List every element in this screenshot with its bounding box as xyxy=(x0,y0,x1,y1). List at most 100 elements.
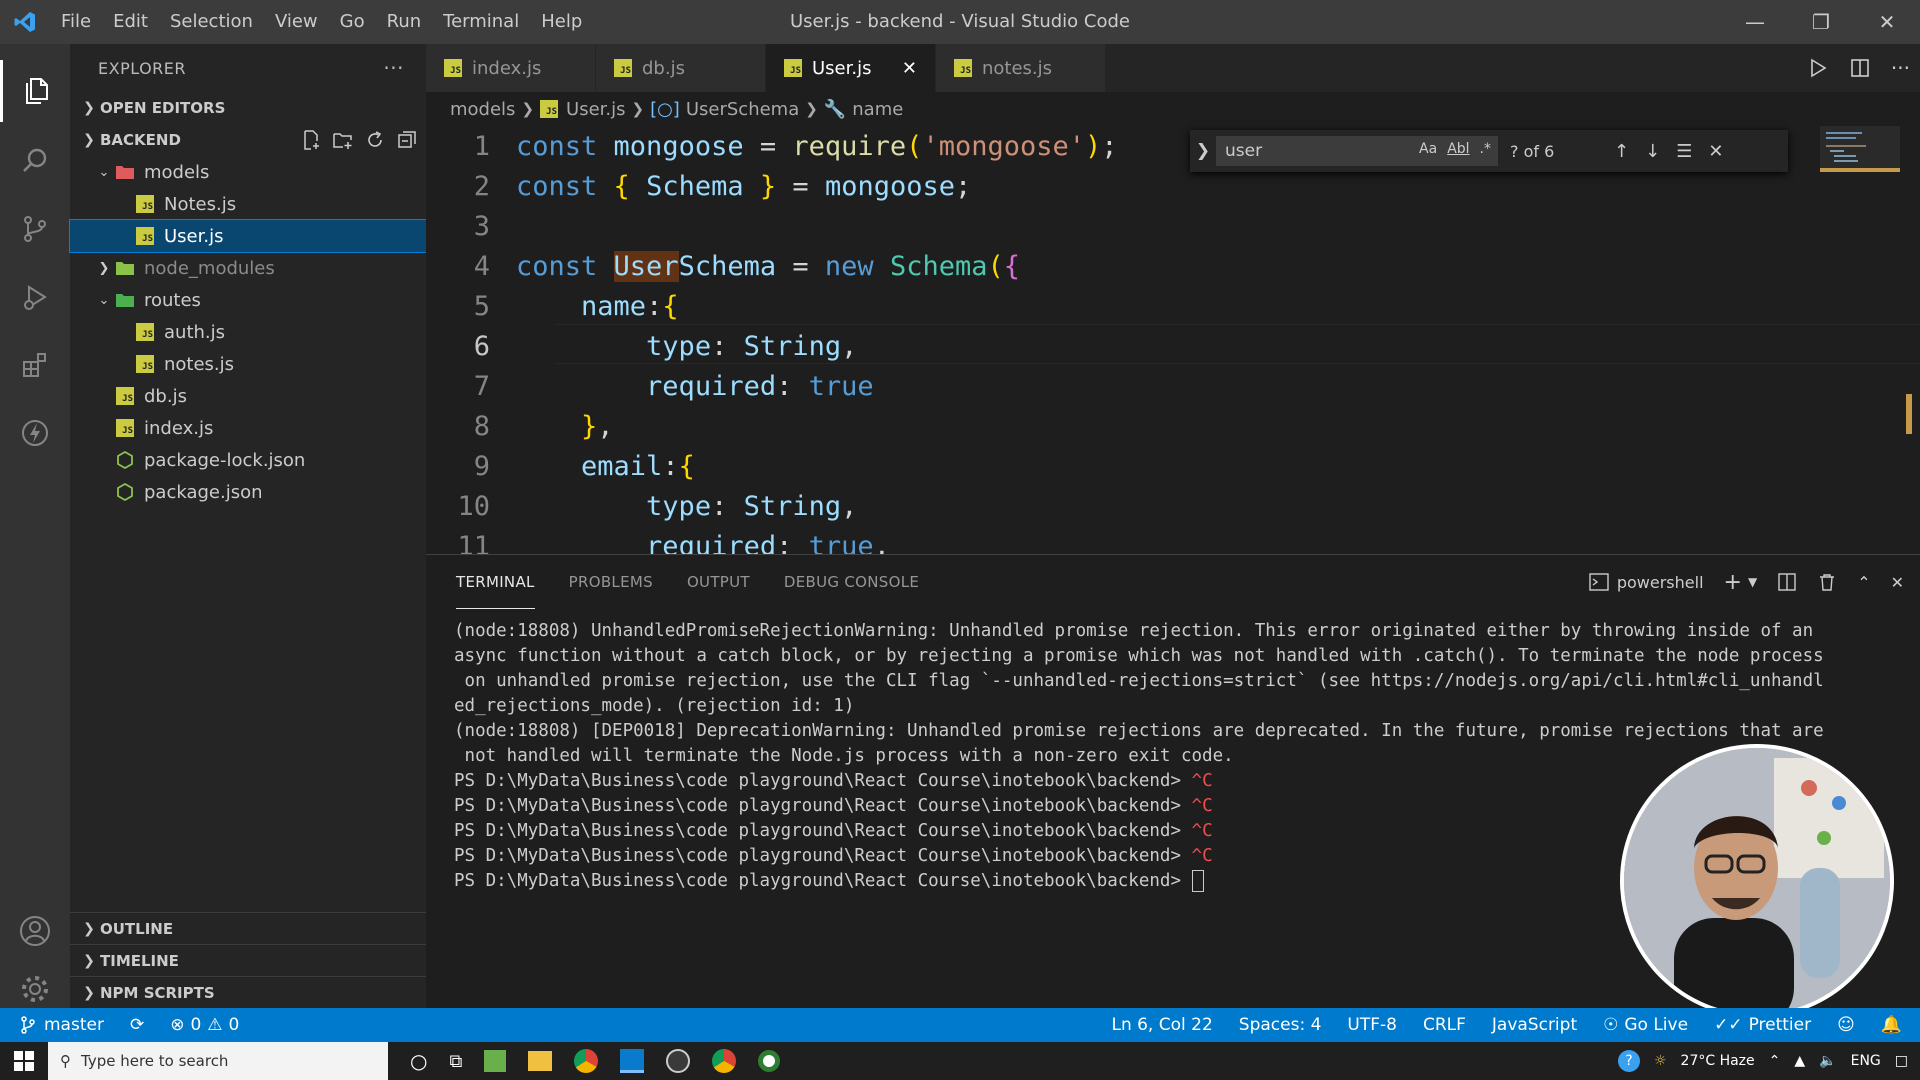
restore-button[interactable]: ❐ xyxy=(1788,0,1854,44)
breadcrumb-models[interactable]: models xyxy=(450,99,515,120)
trash-icon[interactable] xyxy=(1817,572,1837,592)
maximize-panel-icon[interactable]: ⌃ xyxy=(1857,573,1870,592)
menu-help[interactable]: Help xyxy=(530,0,593,44)
cursor-position[interactable]: Ln 6, Col 22 xyxy=(1111,1015,1212,1035)
tab-problems[interactable]: PROBLEMS xyxy=(569,555,653,609)
go-live-button[interactable]: ☉ Go Live xyxy=(1603,1015,1688,1035)
encoding[interactable]: UTF-8 xyxy=(1347,1015,1397,1035)
menu-selection[interactable]: Selection xyxy=(159,0,264,44)
chrome-profile-app-icon[interactable] xyxy=(712,1049,737,1073)
thunder-client-icon[interactable] xyxy=(0,402,70,464)
tab-debug-console[interactable]: DEBUG CONSOLE xyxy=(784,555,919,609)
prettier-button[interactable]: ✓✓ Prettier xyxy=(1714,1015,1811,1035)
extensions-icon[interactable] xyxy=(0,334,70,396)
tree-file-package-lock[interactable]: package-lock.json xyxy=(70,444,426,476)
git-branch[interactable]: master xyxy=(20,1015,104,1035)
tab-user-js[interactable]: JS User.js ✕ xyxy=(766,44,936,92)
whole-word-button[interactable]: Abl xyxy=(1447,141,1469,157)
next-match-icon[interactable]: ↓ xyxy=(1645,141,1660,162)
tab-notes-js[interactable]: JS notes.js xyxy=(936,44,1106,92)
tab-terminal[interactable]: TERMINAL xyxy=(456,555,535,609)
network-icon[interactable]: ▲ xyxy=(1794,1053,1805,1069)
find-in-selection-icon[interactable]: ☰ xyxy=(1676,141,1692,162)
search-icon[interactable] xyxy=(0,130,70,192)
feedback-icon[interactable]: ☺ xyxy=(1837,1015,1855,1035)
tree-file-notes-route[interactable]: JS notes.js xyxy=(70,348,426,380)
new-terminal-icon[interactable]: + xyxy=(1724,570,1742,595)
split-terminal-icon[interactable] xyxy=(1777,572,1797,592)
previous-match-icon[interactable]: ↑ xyxy=(1614,141,1629,162)
vscode-app-icon[interactable] xyxy=(620,1049,645,1073)
notification-center-icon[interactable]: □ xyxy=(1895,1053,1908,1069)
breadcrumb-symbol[interactable]: UserSchema xyxy=(686,99,799,120)
menu-view[interactable]: View xyxy=(264,0,329,44)
tree-file-user[interactable]: JS User.js xyxy=(69,219,427,253)
terminal-dropdown-icon[interactable]: ▼ xyxy=(1748,575,1757,589)
close-find-icon[interactable]: ✕ xyxy=(1708,141,1723,162)
open-editors-section[interactable]: ❯ OPEN EDITORS xyxy=(70,92,426,124)
code-editor[interactable]: 1 const mongoose = require('mongoose'); 2… xyxy=(426,126,1920,554)
collapse-all-icon[interactable] xyxy=(396,129,418,151)
close-panel-icon[interactable]: ✕ xyxy=(1891,573,1904,592)
tree-folder-models[interactable]: ⌄ models xyxy=(70,156,426,188)
npm-scripts-section[interactable]: ❯ NPM SCRIPTS xyxy=(70,976,426,1008)
split-editor-icon[interactable] xyxy=(1849,57,1871,79)
source-control-icon[interactable] xyxy=(0,198,70,260)
windows-start-icon[interactable] xyxy=(0,1042,48,1080)
menu-terminal[interactable]: Terminal xyxy=(432,0,530,44)
explorer-more-button[interactable]: ··· xyxy=(383,56,404,80)
new-file-icon[interactable] xyxy=(300,129,322,151)
cortana-icon[interactable]: ○ xyxy=(410,1049,427,1073)
recorder-app-icon[interactable] xyxy=(758,1050,781,1072)
tree-file-index[interactable]: JS index.js xyxy=(70,412,426,444)
end-of-line[interactable]: CRLF xyxy=(1423,1015,1466,1035)
explorer-icon[interactable] xyxy=(0,60,70,122)
refresh-icon[interactable] xyxy=(364,129,386,151)
tab-db-js[interactable]: JS db.js xyxy=(596,44,766,92)
terminal-shell-selector[interactable]: powershell xyxy=(1589,573,1704,592)
notifications-bell-icon[interactable]: 🔔 xyxy=(1881,1015,1902,1035)
run-debug-icon[interactable] xyxy=(0,266,70,328)
tree-file-auth[interactable]: JS auth.js xyxy=(70,316,426,348)
tab-output[interactable]: OUTPUT xyxy=(687,555,750,609)
file-explorer-app-icon[interactable] xyxy=(528,1051,553,1071)
minimize-button[interactable]: — xyxy=(1722,0,1788,44)
tree-file-notes-model[interactable]: JS Notes.js xyxy=(70,188,426,220)
toggle-replace-icon[interactable]: ❯ xyxy=(1190,141,1216,161)
minimap[interactable] xyxy=(1820,126,1900,186)
tray-chevron-icon[interactable]: ⌃ xyxy=(1769,1053,1781,1069)
run-file-icon[interactable] xyxy=(1807,57,1829,79)
backend-section[interactable]: ❯ BACKEND xyxy=(70,124,426,156)
taskbar-search-input[interactable]: ⚲ Type here to search xyxy=(48,1042,388,1080)
more-actions-icon[interactable]: ··· xyxy=(1891,56,1910,80)
regex-button[interactable]: .* xyxy=(1480,141,1491,157)
menu-edit[interactable]: Edit xyxy=(102,0,159,44)
notepad-app-icon[interactable] xyxy=(484,1050,507,1072)
help-icon[interactable]: ? xyxy=(1617,1050,1640,1072)
tree-folder-node-modules[interactable]: ❯ node_modules xyxy=(70,252,426,284)
tree-folder-routes[interactable]: ⌄ routes xyxy=(70,284,426,316)
menu-file[interactable]: File xyxy=(50,0,102,44)
close-tab-icon[interactable]: ✕ xyxy=(872,58,917,79)
outline-section[interactable]: ❯ OUTLINE xyxy=(70,912,426,944)
chrome-app-icon[interactable] xyxy=(574,1049,599,1073)
problems-indicator[interactable]: ⊗ 0 ⚠ 0 xyxy=(170,1015,239,1035)
indentation[interactable]: Spaces: 4 xyxy=(1239,1015,1322,1035)
weather-text[interactable]: 27°C Haze xyxy=(1681,1053,1755,1069)
tab-index-js[interactable]: JS index.js xyxy=(426,44,596,92)
menu-run[interactable]: Run xyxy=(376,0,433,44)
tree-file-package[interactable]: package.json xyxy=(70,476,426,508)
task-view-icon[interactable]: ⧉ xyxy=(449,1051,462,1072)
match-case-button[interactable]: Aa xyxy=(1419,141,1437,157)
close-window-button[interactable]: ✕ xyxy=(1854,0,1920,44)
sync-icon[interactable]: ⟳ xyxy=(130,1015,144,1035)
obs-app-icon[interactable] xyxy=(666,1049,691,1073)
volume-icon[interactable]: 🔈 xyxy=(1819,1053,1836,1069)
language-mode[interactable]: JavaScript xyxy=(1492,1015,1577,1035)
menu-go[interactable]: Go xyxy=(329,0,376,44)
breadcrumb-file[interactable]: User.js xyxy=(566,99,625,120)
keyboard-language[interactable]: ENG xyxy=(1851,1053,1881,1069)
find-input[interactable]: user Aa Abl .* xyxy=(1216,136,1498,166)
timeline-section[interactable]: ❯ TIMELINE xyxy=(70,944,426,976)
account-icon[interactable] xyxy=(0,900,70,962)
